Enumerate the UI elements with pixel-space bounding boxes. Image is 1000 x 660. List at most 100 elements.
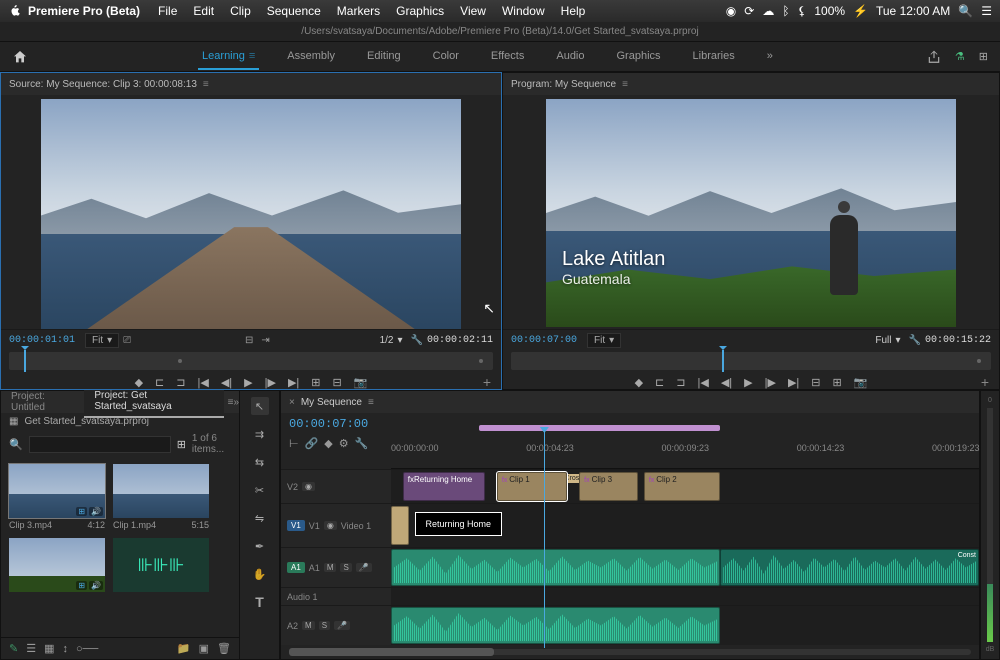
slip-tool-icon[interactable]: ⇋ bbox=[251, 509, 269, 527]
source-timecode-out[interactable]: 00:00:02:11 bbox=[427, 335, 493, 346]
audio-meter[interactable]: 0 dB bbox=[980, 390, 1000, 660]
program-scrubber[interactable] bbox=[511, 352, 991, 370]
snap-icon[interactable]: ⊢ bbox=[289, 437, 299, 450]
clip-title[interactable]: fxReturning Home bbox=[403, 472, 485, 501]
mark-in-icon[interactable]: ⊏ bbox=[155, 376, 164, 389]
insert-icon[interactable]: ⊞ bbox=[311, 376, 320, 389]
timeline-ruler[interactable]: 00:00:00:00 00:00:04:23 00:00:09:23 00:0… bbox=[391, 413, 979, 469]
add-marker-icon[interactable]: ◆ bbox=[135, 376, 143, 389]
step-back-icon[interactable]: ◀| bbox=[221, 376, 232, 389]
share-icon[interactable] bbox=[927, 50, 941, 64]
notifications-icon[interactable]: ☰ bbox=[981, 4, 992, 18]
menu-clip[interactable]: Clip bbox=[230, 4, 251, 18]
project-item[interactable]: Clip 1.mp45:15 bbox=[113, 464, 209, 530]
menu-sequence[interactable]: Sequence bbox=[267, 4, 321, 18]
bluetooth-icon[interactable]: ᛒ bbox=[782, 4, 789, 18]
mute-button[interactable]: M bbox=[302, 621, 315, 630]
project-item[interactable]: ⊞🔊 Clip 3.mp44:12 bbox=[9, 464, 105, 530]
list-view-icon[interactable]: ☰ bbox=[26, 642, 36, 655]
go-to-in-icon[interactable]: |◀ bbox=[697, 376, 708, 389]
new-bin-icon[interactable]: ⊞ bbox=[177, 438, 186, 451]
source-monitor[interactable] bbox=[41, 99, 461, 332]
workspace-overflow[interactable]: » bbox=[763, 44, 777, 70]
go-to-in-icon[interactable]: |◀ bbox=[197, 376, 208, 389]
wifi-icon[interactable]: ⚸ bbox=[798, 4, 807, 18]
track-select-tool-icon[interactable]: ⇉ bbox=[251, 425, 269, 443]
razor-tool-icon[interactable]: ✂ bbox=[251, 481, 269, 499]
new-item-icon[interactable]: ▣ bbox=[199, 642, 209, 655]
export-frame-icon[interactable]: 📷 bbox=[354, 376, 368, 389]
hand-tool-icon[interactable]: ✋ bbox=[251, 565, 269, 583]
panel-menu-icon[interactable]: ≡ bbox=[368, 397, 374, 408]
source-playback-res[interactable]: 1/2 bbox=[380, 335, 394, 346]
spotlight-icon[interactable]: 🔍 bbox=[958, 4, 973, 18]
chevron-down-icon[interactable]: ▾ bbox=[896, 335, 901, 346]
solo-button[interactable]: S bbox=[340, 563, 351, 572]
button-editor-icon[interactable]: + bbox=[981, 374, 989, 390]
app-name[interactable]: Premiere Pro (Beta) bbox=[28, 4, 140, 18]
source-settings-icon[interactable]: ⎚ bbox=[123, 335, 131, 346]
menu-help[interactable]: Help bbox=[561, 4, 586, 18]
ripple-edit-tool-icon[interactable]: ⇆ bbox=[251, 453, 269, 471]
clip-video[interactable]: fxClip 2 bbox=[644, 472, 720, 501]
go-to-out-icon[interactable]: ▶| bbox=[288, 376, 299, 389]
export-frame-icon[interactable]: 📷 bbox=[854, 376, 868, 389]
overflow-icon[interactable]: » bbox=[233, 397, 239, 408]
menu-graphics[interactable]: Graphics bbox=[396, 4, 444, 18]
source-trim-icon[interactable]: ⇥ bbox=[261, 335, 269, 346]
settings-icon[interactable]: ⚙ bbox=[339, 437, 349, 450]
solo-button[interactable]: S bbox=[319, 621, 330, 630]
wrench-icon[interactable]: 🔧 bbox=[909, 335, 921, 346]
mute-button[interactable]: M bbox=[324, 563, 337, 572]
sort-icon[interactable]: ↕ bbox=[63, 643, 69, 655]
chevron-down-icon[interactable]: ▾ bbox=[398, 335, 403, 346]
step-fwd-icon[interactable]: |▶ bbox=[765, 376, 776, 389]
step-back-icon[interactable]: ◀| bbox=[721, 376, 732, 389]
type-tool-icon[interactable]: T bbox=[251, 593, 269, 611]
source-resolution-icon[interactable]: ⊟ bbox=[245, 335, 253, 346]
timeline-playhead[interactable] bbox=[544, 431, 545, 648]
bin-icon[interactable]: ▦ bbox=[9, 416, 18, 427]
menu-file[interactable]: File bbox=[158, 4, 177, 18]
lift-icon[interactable]: ⊟ bbox=[811, 376, 820, 389]
voiceover-icon[interactable]: 🎤 bbox=[334, 621, 350, 630]
battery-icon[interactable]: ⚡ bbox=[853, 4, 868, 18]
extract-icon[interactable]: ⊞ bbox=[832, 376, 841, 389]
clip-video[interactable]: fxClip 1 bbox=[497, 472, 568, 501]
workspace-editing[interactable]: Editing bbox=[363, 44, 405, 70]
work-area[interactable] bbox=[479, 425, 720, 431]
home-icon[interactable] bbox=[12, 49, 28, 65]
marker-icon[interactable]: ◆ bbox=[324, 437, 332, 450]
wrench-icon[interactable]: 🔧 bbox=[355, 437, 369, 450]
delete-icon[interactable]: 🗑 bbox=[217, 642, 231, 655]
workspace-effects[interactable]: Effects bbox=[487, 44, 528, 70]
clip-audio[interactable]: Const bbox=[720, 549, 979, 586]
overwrite-icon[interactable]: ⊟ bbox=[332, 376, 341, 389]
selection-tool-icon[interactable]: ↖ bbox=[251, 397, 269, 415]
clock[interactable]: Tue 12:00 AM bbox=[876, 4, 950, 18]
cc-icon[interactable]: ◉ bbox=[726, 4, 736, 18]
mark-out-icon[interactable]: ⊐ bbox=[676, 376, 685, 389]
close-icon[interactable]: × bbox=[289, 397, 295, 408]
program-timecode-in[interactable]: 00:00:07:00 bbox=[511, 335, 577, 346]
add-marker-icon[interactable]: ◆ bbox=[635, 376, 643, 389]
menu-markers[interactable]: Markers bbox=[337, 4, 380, 18]
workspace-audio[interactable]: Audio bbox=[552, 44, 588, 70]
menu-edit[interactable]: Edit bbox=[193, 4, 214, 18]
workspace-graphics[interactable]: Graphics bbox=[613, 44, 665, 70]
play-icon[interactable]: ▶ bbox=[744, 376, 752, 389]
mark-out-icon[interactable]: ⊐ bbox=[176, 376, 185, 389]
track-toggle-icon[interactable]: ◉ bbox=[302, 482, 315, 491]
track-toggle-icon[interactable]: ◉ bbox=[324, 521, 337, 530]
project-item[interactable]: ⊞🔊 bbox=[9, 538, 105, 594]
clip-audio[interactable] bbox=[391, 607, 720, 644]
pen-tool-icon[interactable]: ✒ bbox=[251, 537, 269, 555]
go-to-out-icon[interactable]: ▶| bbox=[788, 376, 799, 389]
wrench-icon[interactable]: 🔧 bbox=[411, 335, 423, 346]
project-filename[interactable]: Get Started_svatsaya.prproj bbox=[24, 416, 149, 427]
program-panel-title[interactable]: Program: My Sequence bbox=[511, 79, 616, 90]
button-editor-icon[interactable]: + bbox=[483, 374, 491, 390]
mark-in-icon[interactable]: ⊏ bbox=[655, 376, 664, 389]
program-zoom-select[interactable]: Fit ▾ bbox=[587, 333, 621, 348]
panel-menu-icon[interactable]: ≡ bbox=[622, 79, 628, 90]
